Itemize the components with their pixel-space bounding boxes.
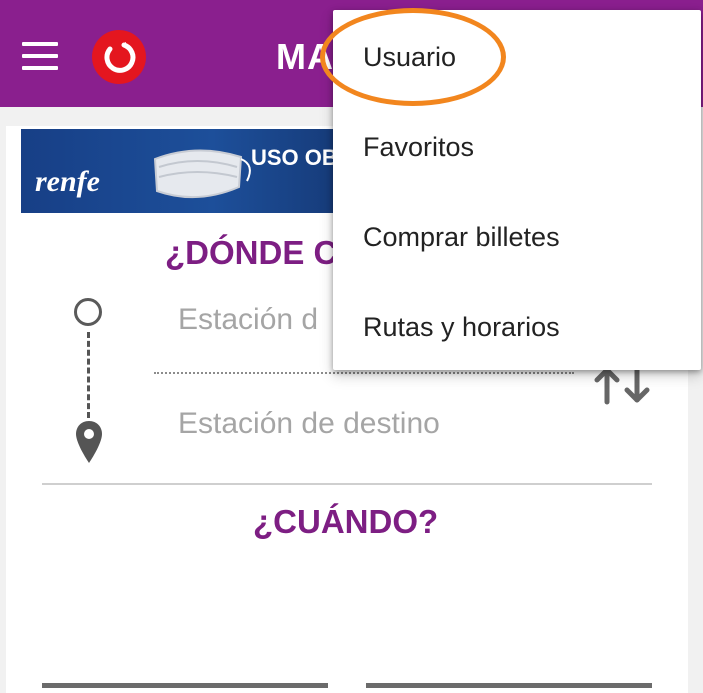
overflow-menu: Usuario Favoritos Comprar billetes Rutas… (333, 10, 701, 370)
section-divider (42, 483, 652, 485)
origin-station-input[interactable]: Estación d (178, 303, 318, 337)
hamburger-menu-icon[interactable] (22, 42, 58, 70)
promo-banner[interactable]: renfe USO OB (21, 129, 341, 213)
destination-station-input[interactable]: Estación de destino (178, 407, 440, 441)
menu-item-usuario[interactable]: Usuario (333, 12, 701, 102)
when-title: ¿CUÁNDO? (253, 503, 439, 540)
route-dashed-line (87, 332, 90, 418)
app-title: MA (276, 36, 334, 77)
menu-item-favoritos[interactable]: Favoritos (333, 102, 701, 192)
banner-brand: renfe (35, 165, 100, 198)
renfe-logo-icon (92, 30, 146, 84)
menu-item-comprar-billetes[interactable]: Comprar billetes (333, 192, 701, 282)
field-divider (154, 372, 574, 374)
menu-item-rutas-horarios[interactable]: Rutas y horarios (333, 282, 701, 372)
origin-circle-icon (74, 298, 102, 326)
return-date-field[interactable] (366, 683, 652, 688)
face-mask-icon (147, 137, 257, 212)
departure-date-field[interactable] (42, 683, 328, 688)
banner-text: USO OB (251, 145, 338, 170)
destination-pin-icon (74, 420, 104, 469)
where-title: ¿DÓNDE C (165, 234, 338, 271)
